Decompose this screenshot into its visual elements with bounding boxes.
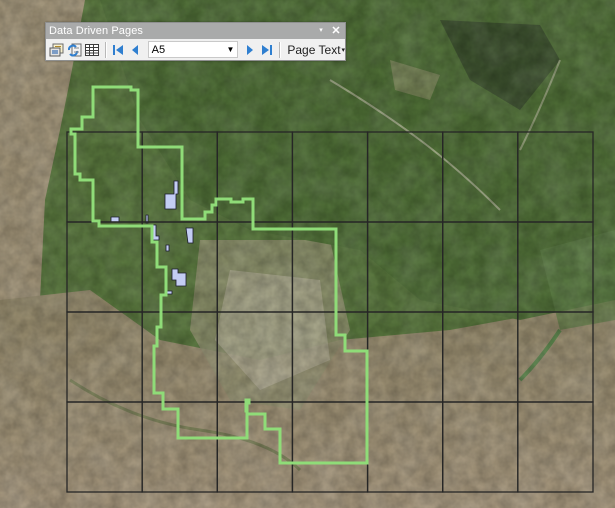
- first-page-button[interactable]: [110, 41, 127, 59]
- last-page-button[interactable]: [259, 41, 276, 59]
- first-page-icon: [112, 44, 123, 55]
- last-page-icon: [262, 44, 273, 55]
- chevron-down-icon: ▾: [341, 46, 346, 54]
- map-canvas[interactable]: [0, 0, 615, 508]
- data-driven-pages-toolbar[interactable]: Data Driven Pages ▾ ✕ A5 ▼ Page Text ▾: [45, 22, 346, 61]
- toolbar-options-dropdown-icon[interactable]: ▾: [315, 23, 327, 39]
- close-icon[interactable]: ✕: [330, 23, 342, 39]
- toolbar-separator: [104, 41, 107, 58]
- parcel[interactable]: [165, 244, 170, 252]
- refresh-icon: [67, 43, 82, 56]
- setup-data-driven-pages-button[interactable]: [49, 41, 66, 59]
- toolbar-separator: [279, 41, 282, 58]
- page-setup-icon: [49, 43, 64, 56]
- chevron-down-icon[interactable]: ▼: [226, 45, 234, 54]
- page-selector-dropdown[interactable]: A5 ▼: [147, 41, 239, 58]
- table-icon: [85, 43, 100, 56]
- toolbar-body: A5 ▼ Page Text ▾: [46, 39, 345, 60]
- attribute-table-button[interactable]: [84, 41, 101, 59]
- refresh-button[interactable]: [67, 41, 84, 59]
- current-page-value: A5: [151, 43, 166, 56]
- next-page-icon: [246, 44, 253, 55]
- parcel[interactable]: [110, 216, 120, 223]
- page-text-label: Page Text: [287, 42, 341, 57]
- previous-page-button[interactable]: [127, 41, 144, 59]
- satellite-imagery: [0, 0, 615, 508]
- page-text-menu-button[interactable]: Page Text ▾: [284, 43, 345, 57]
- toolbar-title-bar[interactable]: Data Driven Pages ▾ ✕: [46, 23, 345, 39]
- previous-page-icon: [132, 44, 139, 55]
- toolbar-title: Data Driven Pages: [49, 25, 144, 37]
- next-page-button[interactable]: [241, 41, 258, 59]
